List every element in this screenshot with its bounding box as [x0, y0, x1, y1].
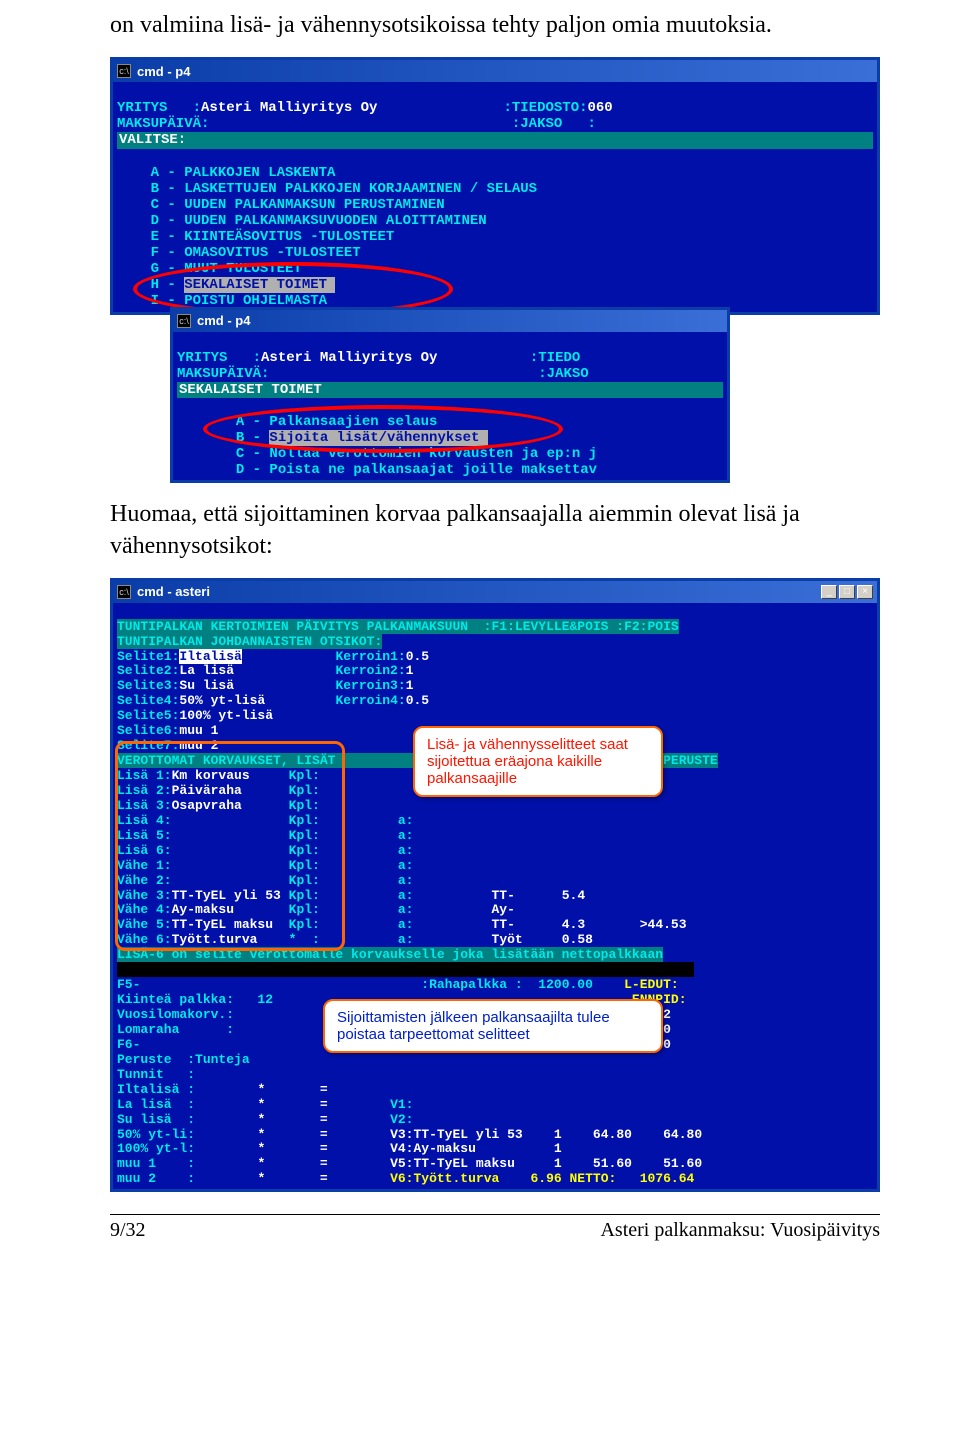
black-divider — [117, 962, 694, 977]
menu-item-b[interactable]: B - LASKETTUJEN PALKKOJEN KORJAAMINEN / … — [151, 181, 537, 197]
header-line-1: TUNTIPALKAN KERTOIMIEN PÄIVITYS PALKANMA… — [117, 619, 679, 634]
menu-prefix-b[interactable]: B - — [236, 430, 270, 446]
bottom-row: F5- :Rahapalkka : 1200.00 L-EDUT: — [117, 977, 679, 992]
tiedosto-label: :TIEDOSTO: — [503, 100, 587, 116]
window-title: cmd - p4 — [137, 64, 190, 79]
bottom-row: La lisä : * = V1: — [117, 1097, 413, 1112]
callout-lisa: Lisä- ja vähennysselitteet saat sijoitet… — [413, 726, 663, 797]
selite-row: Selite6:muu 1 — [117, 723, 218, 738]
menu-item-b-selected[interactable]: Sijoita lisät/vähennykset — [269, 430, 487, 446]
yritys-value: Asteri Malliyritys Oy — [261, 350, 437, 366]
selite-row: Selite5:100% yt-lisä — [117, 708, 273, 723]
vahe-row: Vähe 5:TT-TyEL maksu Kpl: a: TT- 4.3 >44… — [117, 917, 687, 932]
window-controls: _ □ × — [821, 585, 873, 599]
section-sekalaiset: SEKALAISET TOIMET — [177, 382, 723, 398]
cmd-icon: c:\ — [117, 585, 131, 599]
menu-item-d[interactable]: D - Poista ne palkansaajat joille makset… — [236, 462, 597, 478]
lisa-row: Lisä 5: Kpl: a: — [117, 828, 413, 843]
cmd-window-asteri: c:\ cmd - asteri _ □ × TUNTIPALKAN KERTO… — [110, 578, 880, 1193]
selite-row: Selite2:La lisä Kerroin2:1 — [117, 663, 413, 678]
menu-item-e[interactable]: E - KIINTEÄSOVITUS -TULOSTEET — [151, 229, 395, 245]
footer-title: Asteri palkanmaksu: Vuosipäivitys — [600, 1219, 880, 1242]
yritys-label: YRITYS : — [117, 100, 201, 116]
cmd-window-sekalaiset: c:\ cmd - p4 YRITYS :Asteri Malliyritys … — [170, 307, 730, 484]
bottom-row: Peruste :Tunteja — [117, 1052, 250, 1067]
lisa-row: Lisä 3:Osapvraha Kpl: — [117, 798, 320, 813]
footer-green: LISÄ-6 on selite verottomalle korvauksel… — [117, 947, 663, 962]
bottom-row: 50% yt-li: * = V3:TT-TyEL yli 53 1 64.80… — [117, 1127, 702, 1142]
yritys-label: YRITYS : — [177, 350, 261, 366]
cmd-window-main-menu: c:\ cmd - p4 YRITYS :Asteri Malliyritys … — [110, 57, 880, 314]
tiedosto-label: :TIEDO — [530, 350, 580, 366]
menu-item-g[interactable]: G - MUUT TULOSTEET — [151, 261, 302, 277]
selite-row: Selite3:Su lisä Kerroin3:1 — [117, 678, 413, 693]
bottom-row: Tunnit : — [117, 1067, 195, 1082]
jakso-label: :JAKSO — [538, 366, 588, 382]
close-button[interactable]: × — [857, 585, 873, 599]
bottom-row: Su lisä : * = V2: — [117, 1112, 413, 1127]
bottom-row: Iltalisä : * = — [117, 1082, 328, 1097]
bottom-row: muu 2 : * = V6:Tyött.turva 6.96 NETTO: 1… — [117, 1171, 694, 1186]
menu-item-a[interactable]: A - PALKKOJEN LASKENTA — [151, 165, 336, 181]
titlebar: c:\ cmd - p4 — [173, 310, 727, 332]
minimize-button[interactable]: _ — [821, 585, 837, 599]
lisa-row: Lisä 1:Km korvaus Kpl: — [117, 768, 320, 783]
tiedosto-value: 060 — [588, 100, 613, 116]
menu-prefix-h[interactable]: H - — [151, 277, 185, 293]
lisa-row: Lisä 6: Kpl: a: — [117, 843, 413, 858]
window-title: cmd - asteri — [137, 584, 210, 599]
section-valitse: VALITSE: — [117, 132, 873, 148]
dos-content: YRITYS :Asteri Malliyritys Oy :TIEDO MAK… — [173, 332, 727, 481]
cmd-icon: c:\ — [117, 64, 131, 78]
maksupaiva-label: MAKSUPÄIVÄ: — [117, 116, 209, 132]
maksupaiva-label: MAKSUPÄIVÄ: — [177, 366, 269, 382]
titlebar: c:\ cmd - p4 — [113, 60, 877, 82]
mid-paragraph: Huomaa, että sijoittaminen korvaa palkan… — [110, 499, 880, 561]
vahe-row: Vähe 6:Tyött.turva * : a: Työt 0.58 — [117, 932, 593, 947]
titlebar: c:\ cmd - asteri _ □ × — [113, 581, 877, 603]
window-title: cmd - p4 — [197, 313, 250, 328]
jakso-label: :JAKSO : — [512, 116, 596, 132]
menu-item-f[interactable]: F - OMASOVITUS -TULOSTEET — [151, 245, 361, 261]
lisa-row: Lisä 4: Kpl: a: — [117, 813, 413, 828]
lisa-row: Lisä 2:Päiväraha Kpl: — [117, 783, 320, 798]
vahe-row: Vähe 1: Kpl: a: — [117, 858, 413, 873]
menu-item-h-selected[interactable]: SEKALAISET TOIMET — [184, 277, 335, 293]
selite-row: Selite1:Iltalisä Kerroin1:0.5 — [117, 649, 429, 664]
dos-content: TUNTIPALKAN KERTOIMIEN PÄIVITYS PALKANMA… — [113, 603, 877, 1190]
dos-content: YRITYS :Asteri Malliyritys Oy :TIEDOSTO:… — [113, 82, 877, 311]
selite-row: Selite4:50% yt-lisä Kerroin4:0.5 — [117, 693, 429, 708]
menu-item-d[interactable]: D - UUDEN PALKANMAKSUVUODEN ALOITTAMINEN — [151, 213, 487, 229]
intro-paragraph: on valmiina lisä- ja vähennysotsikoissa … — [110, 10, 880, 41]
vahe-row: Vähe 4:Ay-maksu Kpl: a: Ay- — [117, 902, 515, 917]
vahe-row: Vähe 2: Kpl: a: — [117, 873, 413, 888]
yritys-value: Asteri Malliyritys Oy — [201, 100, 377, 116]
header-line-2: TUNTIPALKAN JOHDANNAISTEN OTSIKOT: — [117, 634, 382, 649]
page-number: 9/32 — [110, 1219, 146, 1242]
cmd-icon: c:\ — [177, 314, 191, 328]
bottom-row: muu 1 : * = V5:TT-TyEL maksu 1 51.60 51.… — [117, 1156, 702, 1171]
page-footer: 9/32 Asteri palkanmaksu: Vuosipäivitys — [110, 1214, 880, 1242]
menu-item-c[interactable]: C - Nollaa verottomien korvausten ja ep:… — [236, 446, 597, 462]
vahe-row: Vähe 3:TT-TyEL yli 53 Kpl: a: TT- 5.4 — [117, 888, 585, 903]
maximize-button[interactable]: □ — [839, 585, 855, 599]
menu-item-c[interactable]: C - UUDEN PALKANMAKSUN PERUSTAMINEN — [151, 197, 445, 213]
selite-row: Selite7:muu 2 — [117, 738, 218, 753]
menu-item-a[interactable]: A - Palkansaajien selaus — [236, 414, 438, 430]
callout-sijoita: Sijoittamisten jälkeen palkansaajilta tu… — [323, 999, 663, 1053]
bottom-row: 100% yt-l: * = V4:Ay-maksu 1 — [117, 1141, 562, 1156]
